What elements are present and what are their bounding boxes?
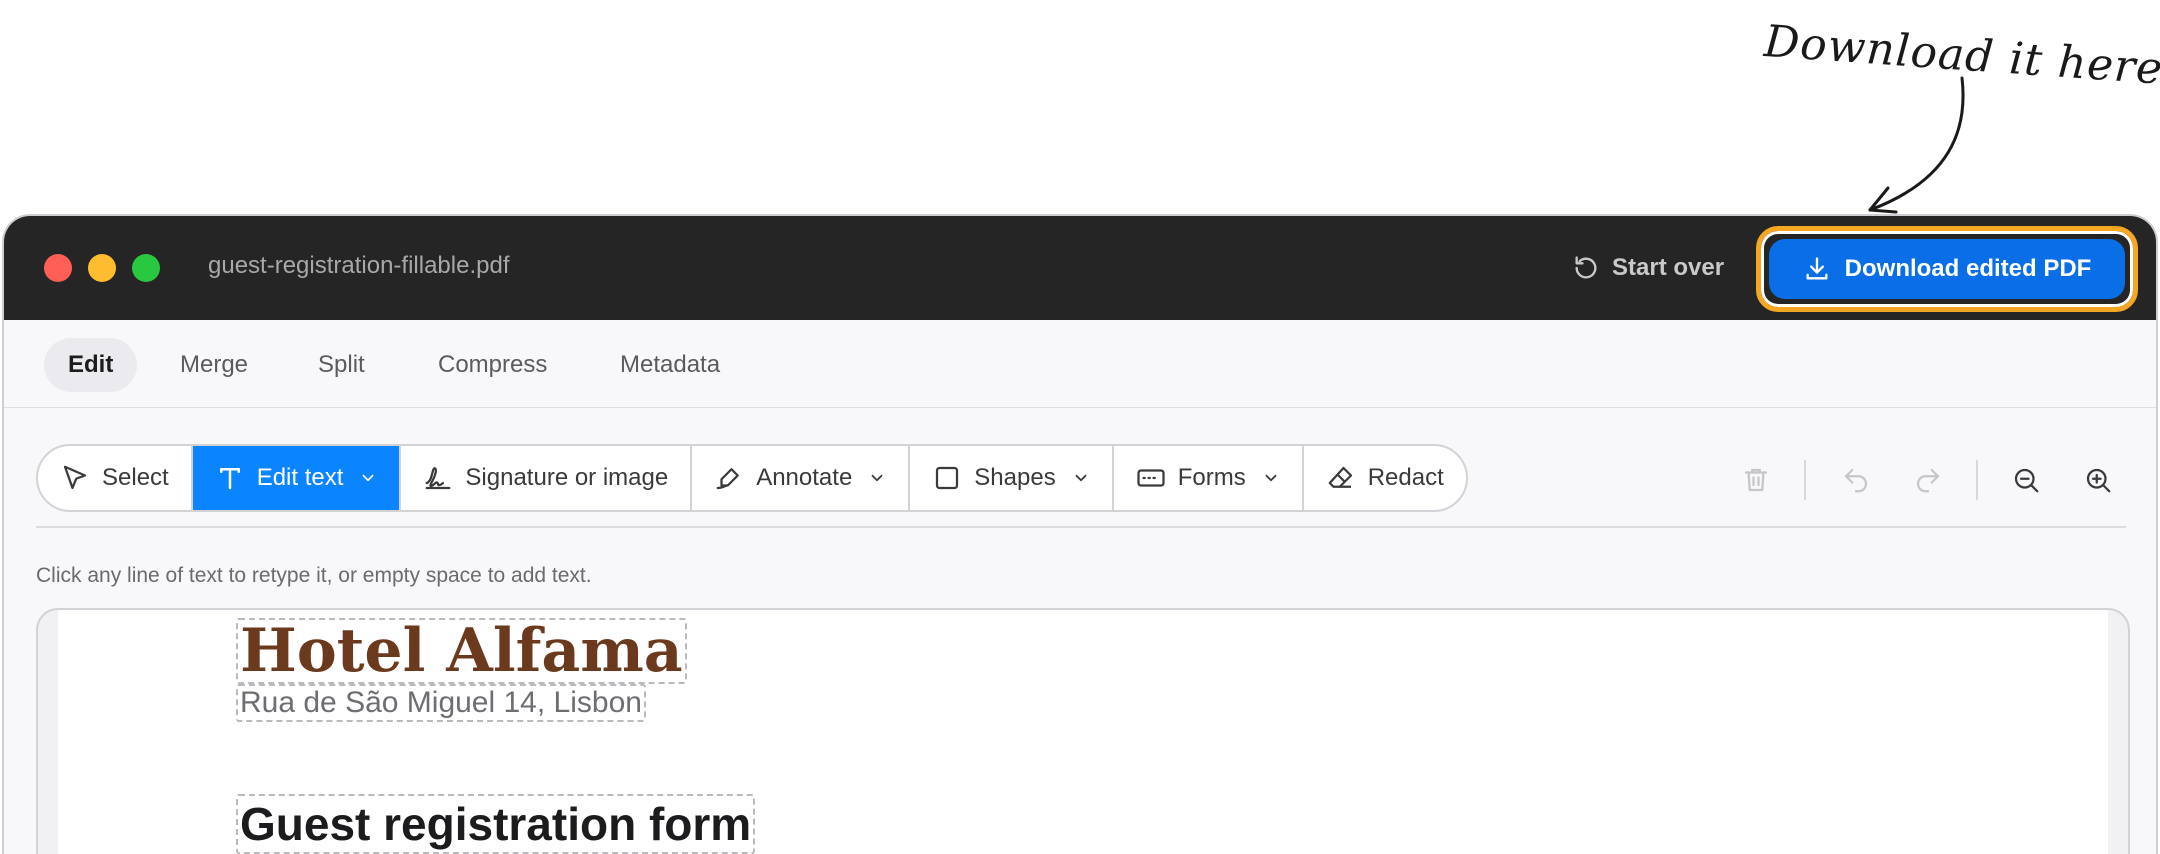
zoom-out-button[interactable] — [2004, 458, 2048, 502]
square-icon — [936, 466, 959, 490]
tab-split[interactable]: Split — [294, 338, 389, 392]
chevron-down-icon[interactable] — [1072, 469, 1090, 487]
toolbar-divider — [1976, 460, 1978, 500]
form-title-text[interactable]: Guest registration form — [236, 794, 756, 854]
tool-redact-label: Redact — [1367, 464, 1444, 491]
document-viewer: Hotel Alfama Rua de São Miguel 14, Lisbo… — [36, 608, 2130, 854]
undo-icon — [1844, 468, 1868, 493]
signature-icon — [426, 467, 451, 490]
edit-hint: Click any line of text to retype it, or … — [36, 564, 592, 587]
toolbar-divider — [1804, 460, 1806, 500]
chevron-down-icon[interactable] — [1262, 469, 1280, 487]
file-name: guest-registration-fillable.pdf — [208, 252, 510, 279]
tab-merge[interactable]: Merge — [156, 338, 272, 392]
download-highlight: Download edited PDF — [1756, 226, 2138, 312]
hotel-address-text[interactable]: Rua de São Miguel 14, Lisbon — [236, 684, 646, 722]
tab-metadata[interactable]: Metadata — [596, 338, 744, 392]
callout-arrow-icon — [1868, 76, 1965, 214]
tool-annotate[interactable]: Annotate — [692, 446, 911, 510]
chevron-down-icon[interactable] — [868, 469, 886, 487]
close-window-button[interactable] — [44, 254, 72, 282]
zoom-in-button[interactable] — [2076, 458, 2120, 502]
tab-edit[interactable]: Edit — [44, 338, 138, 392]
toolbar-separator — [36, 526, 2126, 528]
start-over-button[interactable]: Start over — [1572, 246, 1724, 290]
edit-toolbar: Select Edit text Signature or image Anno… — [36, 444, 1468, 512]
cursor-icon — [63, 465, 87, 490]
pdf-page[interactable]: Hotel Alfama Rua de São Miguel 14, Lisbo… — [58, 610, 2108, 854]
eraser-icon — [1328, 466, 1352, 488]
tool-annotate-label: Annotate — [756, 464, 853, 491]
chevron-down-icon[interactable] — [359, 469, 377, 487]
maximize-window-button[interactable] — [132, 254, 160, 282]
restart-icon — [1575, 256, 1597, 279]
minimize-window-button[interactable] — [88, 254, 116, 282]
text-icon — [219, 468, 240, 490]
hotel-name-text[interactable]: Hotel Alfama — [236, 618, 687, 684]
tool-shapes-label: Shapes — [974, 464, 1056, 491]
app-window: guest-registration-fillable.pdf Start ov… — [2, 214, 2158, 854]
trash-icon — [1744, 468, 1768, 492]
tool-select[interactable]: Select — [38, 446, 193, 510]
tool-redact[interactable]: Redact — [1304, 446, 1466, 510]
tool-edit-text[interactable]: Edit text — [192, 446, 402, 510]
tab-bar: Edit Merge Split Compress Metadata — [4, 320, 2156, 408]
pen-icon — [716, 468, 740, 490]
download-icon — [1806, 257, 1828, 280]
tool-edit-text-label: Edit text — [256, 464, 344, 491]
tool-select-label: Select — [102, 464, 169, 491]
zoom-out-icon — [2014, 468, 2039, 493]
tool-forms-label: Forms — [1177, 464, 1246, 491]
redo-icon — [1916, 468, 1940, 493]
download-edited-pdf-button[interactable]: Download edited PDF — [1769, 239, 2125, 299]
form-field-icon — [1137, 469, 1165, 487]
tool-shapes[interactable]: Shapes — [910, 446, 1114, 510]
start-over-label: Start over — [1612, 254, 1725, 281]
delete-button[interactable] — [1734, 458, 1778, 502]
tool-forms[interactable]: Forms — [1114, 446, 1304, 510]
tool-signature-or-image[interactable]: Signature or image — [401, 446, 693, 510]
title-bar: guest-registration-fillable.pdf Start ov… — [4, 216, 2156, 320]
redo-button[interactable] — [1906, 458, 1950, 502]
zoom-in-icon — [2086, 468, 2111, 493]
download-label: Download edited PDF — [1844, 255, 2092, 282]
tab-compress[interactable]: Compress — [414, 338, 571, 392]
tool-signature-label: Signature or image — [465, 464, 669, 491]
undo-button[interactable] — [1834, 458, 1878, 502]
